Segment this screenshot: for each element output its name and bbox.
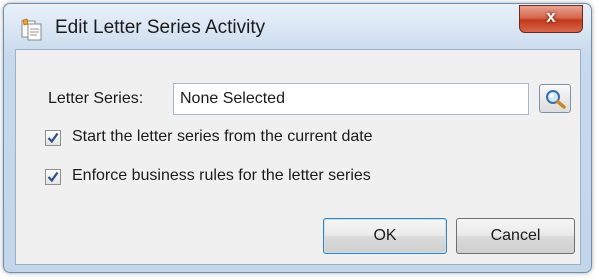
dialog-title: Edit Letter Series Activity bbox=[55, 17, 266, 38]
letter-series-field[interactable] bbox=[173, 83, 529, 115]
dialog-body: Letter Series: Start the letter series f… bbox=[15, 49, 581, 265]
letter-series-label: Letter Series: bbox=[48, 90, 144, 107]
check-mark-icon bbox=[47, 171, 59, 183]
letter-series-app-icon bbox=[20, 18, 46, 42]
start-from-current-date-checkbox[interactable] bbox=[45, 130, 61, 146]
enforce-business-rules-checkbox[interactable] bbox=[45, 169, 61, 185]
close-icon: x bbox=[546, 7, 556, 26]
dialog-window: Edit Letter Series Activity x Letter Ser… bbox=[3, 3, 592, 273]
magnifier-icon bbox=[546, 90, 566, 109]
close-button[interactable]: x bbox=[519, 5, 583, 33]
check-mark-icon bbox=[47, 132, 59, 144]
enforce-business-rules-label[interactable]: Enforce business rules for the letter se… bbox=[72, 167, 371, 185]
ok-button[interactable]: OK bbox=[323, 218, 447, 254]
letter-series-lookup-button[interactable] bbox=[539, 84, 571, 113]
cancel-button[interactable]: Cancel bbox=[456, 218, 575, 254]
start-from-current-date-label[interactable]: Start the letter series from the current… bbox=[72, 128, 373, 146]
